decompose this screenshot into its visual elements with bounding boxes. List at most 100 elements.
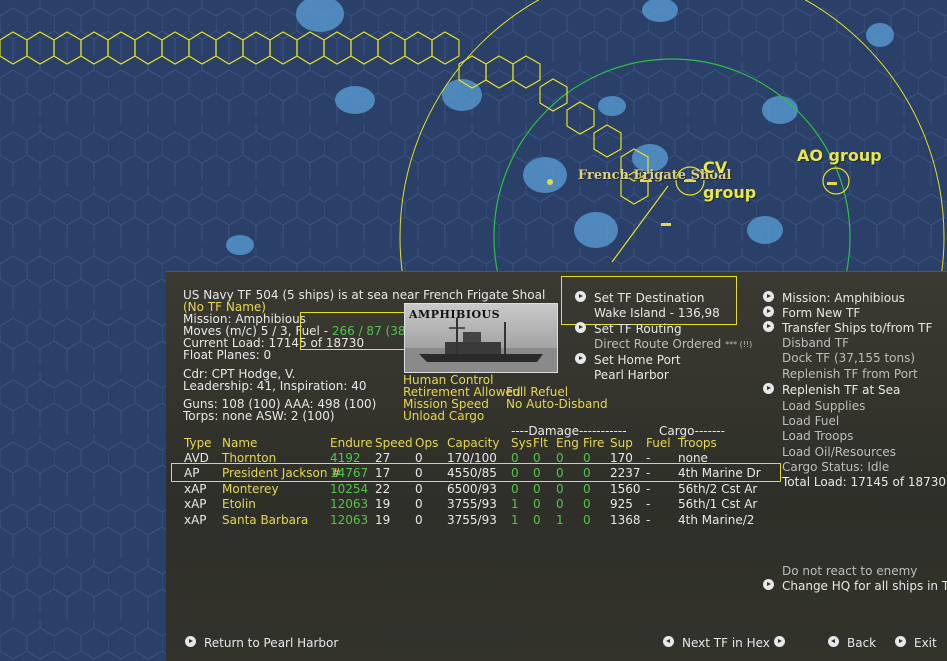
table-cell-ops: 0: [415, 513, 423, 527]
table-cell-troops: 56th/2 Cst Ar: [678, 482, 758, 496]
mission-button-icon[interactable]: [763, 291, 774, 302]
table-header-eng[interactable]: Eng: [556, 437, 579, 450]
exit-button-icon[interactable]: [895, 636, 906, 647]
table-cell-sup: 1560: [610, 482, 641, 496]
table-cell-capacity: 3755/93: [447, 497, 497, 511]
set-destination-button-icon[interactable]: [575, 291, 586, 302]
table-cell-capacity: 6500/93: [447, 482, 497, 496]
dock-tf-button[interactable]: Dock TF (37,155 tons): [782, 352, 915, 365]
table-header-flt[interactable]: Flt: [533, 437, 548, 450]
table-cell-fuel: -: [646, 497, 651, 511]
table-header-fire[interactable]: Fire: [583, 437, 604, 450]
home-port-value: Pearl Harbor: [594, 368, 669, 382]
replenish-sea-button[interactable]: Replenish TF at Sea: [782, 384, 900, 397]
table-cell-name[interactable]: Etolin: [222, 498, 256, 511]
next-tf-button-icon[interactable]: [774, 636, 785, 647]
set-routing-button-icon[interactable]: [575, 322, 586, 333]
table-cell-troops: 56th/1 Cst Ar: [678, 497, 758, 511]
table-cell-troops: 4th Marine/2: [678, 513, 755, 527]
ship-class-photo: AMPHIBIOUS: [404, 303, 558, 373]
change-hq-button[interactable]: Change HQ for all ships in TF: [782, 580, 947, 593]
table-cell-fire: 0: [583, 513, 591, 527]
table-header-sup[interactable]: Sup: [610, 437, 633, 450]
load-fuel-button[interactable]: Load Fuel: [782, 415, 839, 428]
tf-leadership: Leadership: 41, Inspiration: 40: [183, 379, 367, 393]
setting-no-auto-disband[interactable]: No Auto-Disband: [506, 398, 608, 411]
table-cell-fuel: -: [646, 513, 651, 527]
setting-unload-cargo[interactable]: Unload Cargo: [403, 410, 484, 423]
replenish-port-button[interactable]: Replenish TF from Port: [782, 368, 918, 381]
table-cell-sup: 925: [610, 497, 633, 511]
table-header-endure[interactable]: Endure: [330, 437, 372, 450]
table-cell-speed: 22: [375, 482, 391, 496]
table-header-sys[interactable]: Sys: [511, 437, 532, 450]
selected-row-highlight: [171, 463, 781, 482]
table-header-fuel[interactable]: Fuel: [646, 437, 671, 450]
table-cell-sys: 0: [511, 482, 519, 496]
table-cell-ops: 0: [415, 497, 423, 511]
set-home-port-button[interactable]: Set Home Port: [594, 354, 681, 367]
table-cell-name[interactable]: Santa Barbara: [222, 514, 308, 527]
direct-route-status: Direct Route Ordered *** (!!): [594, 337, 753, 351]
table-cell-type: xAP: [184, 482, 207, 496]
table-cell-endure: 12063: [330, 513, 369, 527]
prev-tf-button-icon[interactable]: [663, 636, 674, 647]
load-oil-button[interactable]: Load Oil/Resources: [782, 446, 896, 459]
table-cell-name[interactable]: Monterey: [222, 483, 279, 496]
set-routing-button[interactable]: Set TF Routing: [594, 323, 682, 336]
table-cell-fire: 0: [583, 482, 591, 496]
table-header-speed[interactable]: Speed: [375, 437, 413, 450]
table-cell-speed: 19: [375, 513, 391, 527]
next-tf-in-hex-button[interactable]: Next TF in Hex: [682, 637, 770, 650]
table-header-type[interactable]: Type: [184, 437, 212, 450]
set-home-port-button-icon[interactable]: [575, 353, 586, 364]
form-new-tf-button[interactable]: Form New TF: [782, 307, 860, 320]
table-cell-fire: 0: [583, 497, 591, 511]
back-button[interactable]: Back: [847, 637, 876, 650]
change-hq-button-icon[interactable]: [763, 579, 774, 590]
disband-tf-button[interactable]: Disband TF: [782, 337, 849, 350]
ao-group-label: AO group: [797, 146, 882, 165]
table-cell-sys: 1: [511, 497, 519, 511]
table-cell-endure: 10254: [330, 482, 369, 496]
table-cell-flt: 0: [533, 482, 541, 496]
return-to-port-button[interactable]: Return to Pearl Harbor: [204, 637, 338, 650]
no-react-toggle[interactable]: Do not react to enemy: [782, 565, 917, 578]
table-cell-eng: 0: [556, 482, 564, 496]
table-header-ops[interactable]: Ops: [415, 437, 438, 450]
table-cell-capacity: 3755/93: [447, 513, 497, 527]
replenish-sea-button-icon[interactable]: [763, 383, 774, 394]
transfer-ships-button-icon[interactable]: [763, 321, 774, 332]
table-cell-type: xAP: [184, 497, 207, 511]
load-troops-button[interactable]: Load Troops: [782, 430, 853, 443]
table-cell-type: xAP: [184, 513, 207, 527]
mission-button[interactable]: Mission: Amphibious: [782, 292, 905, 305]
table-header-name[interactable]: Name: [222, 437, 257, 450]
table-cell-fuel: -: [646, 482, 651, 496]
set-destination-button[interactable]: Set TF Destination: [594, 292, 704, 305]
fuel-highlight-box: [300, 312, 418, 350]
total-load: Total Load: 17145 of 18730: [782, 475, 947, 489]
cv-group-label-2: group: [703, 183, 757, 202]
destination-value: Wake Island - 136,98: [594, 306, 720, 320]
load-supplies-button[interactable]: Load Supplies: [782, 400, 865, 413]
table-cell-eng: 1: [556, 513, 564, 527]
cv-group-label: CV: [703, 158, 728, 177]
table-cell-ops: 0: [415, 482, 423, 496]
transfer-ships-button[interactable]: Transfer Ships to/from TF: [782, 322, 932, 335]
direct-route-note: *** (!!): [725, 340, 753, 349]
table-cell-sys: 1: [511, 513, 519, 527]
return-button-icon[interactable]: [185, 636, 196, 647]
back-button-icon[interactable]: [828, 636, 839, 647]
table-cell-flt: 0: [533, 513, 541, 527]
tf-torps: Torps: none ASW: 2 (100): [183, 409, 335, 423]
cargo-status: Cargo Status: Idle: [782, 460, 890, 474]
table-header-troops[interactable]: Troops: [678, 437, 717, 450]
table-cell-flt: 0: [533, 497, 541, 511]
exit-button[interactable]: Exit: [914, 637, 937, 650]
table-cell-eng: 0: [556, 497, 564, 511]
table-header-capacity[interactable]: Capacity: [447, 437, 499, 450]
table-cell-sup: 1368: [610, 513, 641, 527]
table-cell-speed: 19: [375, 497, 391, 511]
form-new-tf-button-icon[interactable]: [763, 306, 774, 317]
